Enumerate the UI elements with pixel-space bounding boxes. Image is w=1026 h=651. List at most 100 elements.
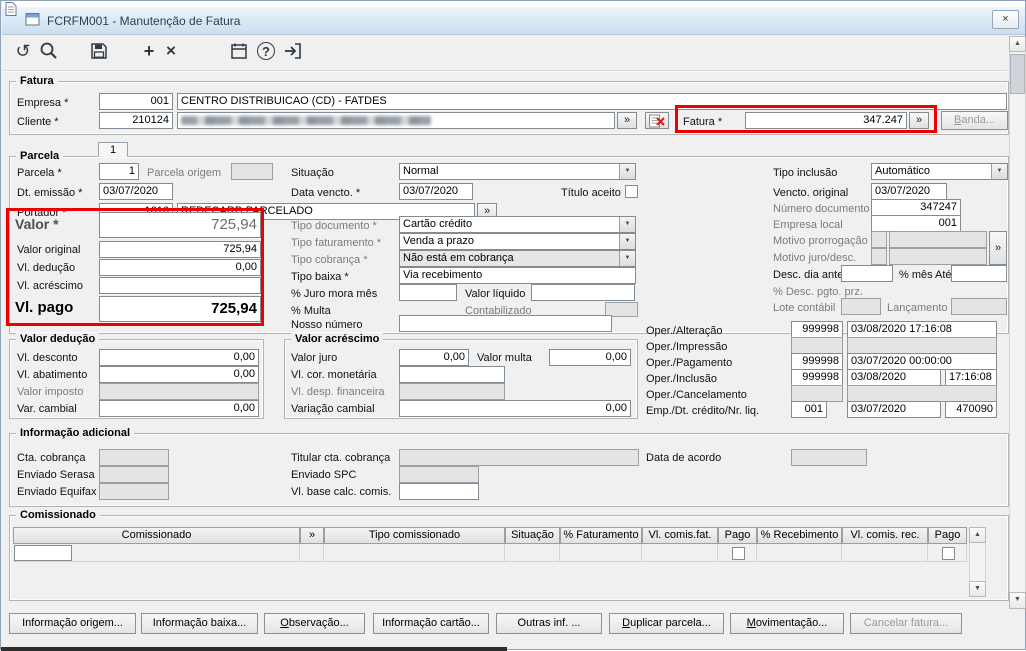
oper-inclusao-oper-field[interactable]: 999998	[791, 369, 843, 386]
grid-cell[interactable]	[757, 544, 842, 562]
emp-credito-nr-field[interactable]: 470090	[945, 401, 997, 418]
vl-cor-field[interactable]	[399, 366, 505, 383]
grid-header-vl-comis-fat[interactable]: Vl. comis.fat.	[642, 527, 718, 544]
cliente-lookup-button[interactable]: »	[617, 112, 637, 129]
vencto-original-field[interactable]: 03/07/2020	[871, 183, 947, 200]
motivo-lookup-button[interactable]: »	[989, 231, 1007, 265]
nosso-numero-field[interactable]	[399, 315, 612, 332]
fatura-field[interactable]: 347.247	[745, 112, 907, 129]
grid-cell[interactable]	[324, 544, 505, 562]
fatura-lookup-button[interactable]: »	[909, 112, 929, 129]
valor-multa-field[interactable]: 0,00	[549, 349, 631, 366]
grid-header-lookup[interactable]: »	[300, 527, 324, 544]
grid-header-pago-2[interactable]: Pago	[928, 527, 967, 544]
informacao-origem-button[interactable]: Informação origem...	[9, 613, 136, 634]
observacao-button[interactable]: Observação...	[264, 613, 365, 634]
var-cambial-field[interactable]: 0,00	[99, 400, 259, 417]
valor-imposto-field[interactable]	[99, 383, 259, 400]
grid-cell[interactable]	[560, 544, 642, 562]
vl-acrescimo-field[interactable]	[99, 277, 261, 294]
grid-header-pct-recebimento[interactable]: % Recebimento	[757, 527, 842, 544]
add-icon[interactable]: +	[137, 39, 161, 63]
enviado-spc-field[interactable]	[399, 466, 479, 483]
grid-header-situacao[interactable]: Situação	[505, 527, 560, 544]
emp-credito-data-field[interactable]: 03/07/2020	[847, 401, 941, 418]
empresa-local-field[interactable]: 001	[871, 215, 961, 232]
help-icon[interactable]: ?	[254, 39, 278, 63]
valor-juro-field[interactable]: 0,00	[399, 349, 469, 366]
grid-header-vl-comis-rec[interactable]: Vl. comis. rec.	[842, 527, 928, 544]
oper-impressao-data-field[interactable]	[847, 337, 997, 354]
motivo-prorrogacao-field[interactable]	[889, 231, 987, 248]
situacao-select[interactable]: Normal▼	[399, 163, 636, 180]
grid-header-tipo-comissionado[interactable]: Tipo comissionado	[324, 527, 505, 544]
parcela-tab-1[interactable]: 1	[98, 142, 128, 157]
vl-pago-field[interactable]: 725,94	[99, 296, 261, 322]
tipo-documento-select[interactable]: Cartão crédito▼	[399, 216, 636, 233]
undo-icon[interactable]: ↺	[11, 39, 35, 63]
oper-pagamento-oper-field[interactable]: 999998	[791, 353, 843, 370]
grid-cell[interactable]	[505, 544, 560, 562]
oper-pagamento-data-field[interactable]: 03/07/2020 00:00:00	[847, 353, 997, 370]
tipo-inclusao-select[interactable]: Automático▼	[871, 163, 1008, 180]
movimentacao-button[interactable]: Movimentação...	[730, 613, 844, 634]
data-acordo-field[interactable]	[791, 449, 867, 466]
cliente-clear-icon[interactable]	[645, 112, 669, 129]
emp-credito-emp-field[interactable]: 001	[791, 401, 827, 418]
numero-documento-field[interactable]: 347247	[871, 199, 961, 216]
enviado-equifax-field[interactable]	[99, 483, 169, 500]
parcela-field[interactable]: 1	[99, 163, 139, 180]
dt-emissao-field[interactable]: 03/07/2020	[99, 183, 173, 200]
grid-scroll-up-icon[interactable]: ▲	[969, 527, 986, 543]
grid-header-comissionado[interactable]: Comissionado	[13, 527, 300, 544]
oper-inclusao-data-field[interactable]: 03/08/2020	[847, 369, 941, 386]
grid-header-pct-faturamento[interactable]: % Faturamento	[560, 527, 642, 544]
lancamento-field[interactable]	[951, 298, 1007, 315]
window-scrollbar[interactable]	[1009, 36, 1026, 609]
titular-cta-field[interactable]	[399, 449, 639, 466]
vl-base-calc-field[interactable]	[399, 483, 479, 500]
vl-abatimento-field[interactable]: 0,00	[99, 366, 259, 383]
cliente-code-field[interactable]: 210124	[99, 112, 173, 129]
grid-cell[interactable]	[300, 544, 324, 562]
scrollbar-thumb[interactable]	[1010, 54, 1025, 94]
oper-alteracao-data-field[interactable]: 03/08/2020 17:16:08	[847, 321, 997, 338]
motivo-prorrogacao-code-field[interactable]	[871, 231, 887, 248]
oper-impressao-oper-field[interactable]	[791, 337, 843, 354]
grid-header-pago-1[interactable]: Pago	[718, 527, 757, 544]
close-button[interactable]: ×	[992, 10, 1019, 29]
tipo-cobranca-select[interactable]: Não está em cobrança▼	[399, 250, 636, 267]
grid-cell[interactable]	[842, 544, 928, 562]
juro-mora-field[interactable]	[399, 284, 457, 301]
informacao-cartao-button[interactable]: Informação cartão...	[373, 613, 489, 634]
oper-cancelamento-data-field[interactable]	[847, 385, 997, 402]
cta-cobranca-field[interactable]	[99, 449, 169, 466]
empresa-code-field[interactable]: 001	[99, 93, 173, 110]
valor-liquido-field[interactable]	[531, 284, 635, 301]
grid-scroll-down-icon[interactable]: ▼	[969, 581, 986, 597]
oper-cancelamento-oper-field[interactable]	[791, 385, 843, 402]
desc-antecip-field[interactable]	[841, 265, 893, 282]
banda-button[interactable]: Banda...	[941, 111, 1008, 130]
vl-deducao-field[interactable]: 0,00	[99, 259, 261, 276]
search-icon[interactable]	[37, 39, 61, 63]
save-icon[interactable]	[87, 39, 111, 63]
delete-icon[interactable]: ×	[159, 39, 183, 63]
informacao-baixa-button[interactable]: Informação baixa...	[141, 613, 258, 634]
scroll-down-icon[interactable]: ▼	[1009, 592, 1026, 609]
valor-field[interactable]: 725,94	[99, 212, 261, 238]
calendar-icon[interactable]	[227, 39, 251, 63]
duplicar-parcela-button[interactable]: Duplicar parcela...	[609, 613, 724, 634]
outras-inf-button[interactable]: Outras inf. ...	[496, 613, 602, 634]
empresa-name-field[interactable]: CENTRO DISTRIBUICAO (CD) - FATDES	[177, 93, 1007, 110]
grid-pago-checkbox-2[interactable]	[942, 547, 955, 560]
grid-cell[interactable]	[642, 544, 718, 562]
grid-pago-checkbox-1[interactable]	[732, 547, 745, 560]
titulo-aceito-checkbox[interactable]	[625, 185, 638, 198]
valor-original-field[interactable]: 725,94	[99, 241, 261, 258]
cliente-name-field[interactable]	[177, 112, 615, 129]
enviado-serasa-field[interactable]	[99, 466, 169, 483]
cancelar-fatura-button[interactable]: Cancelar fatura...	[850, 613, 962, 634]
lote-field[interactable]	[841, 298, 881, 315]
grid-edit-cell[interactable]	[14, 545, 72, 561]
